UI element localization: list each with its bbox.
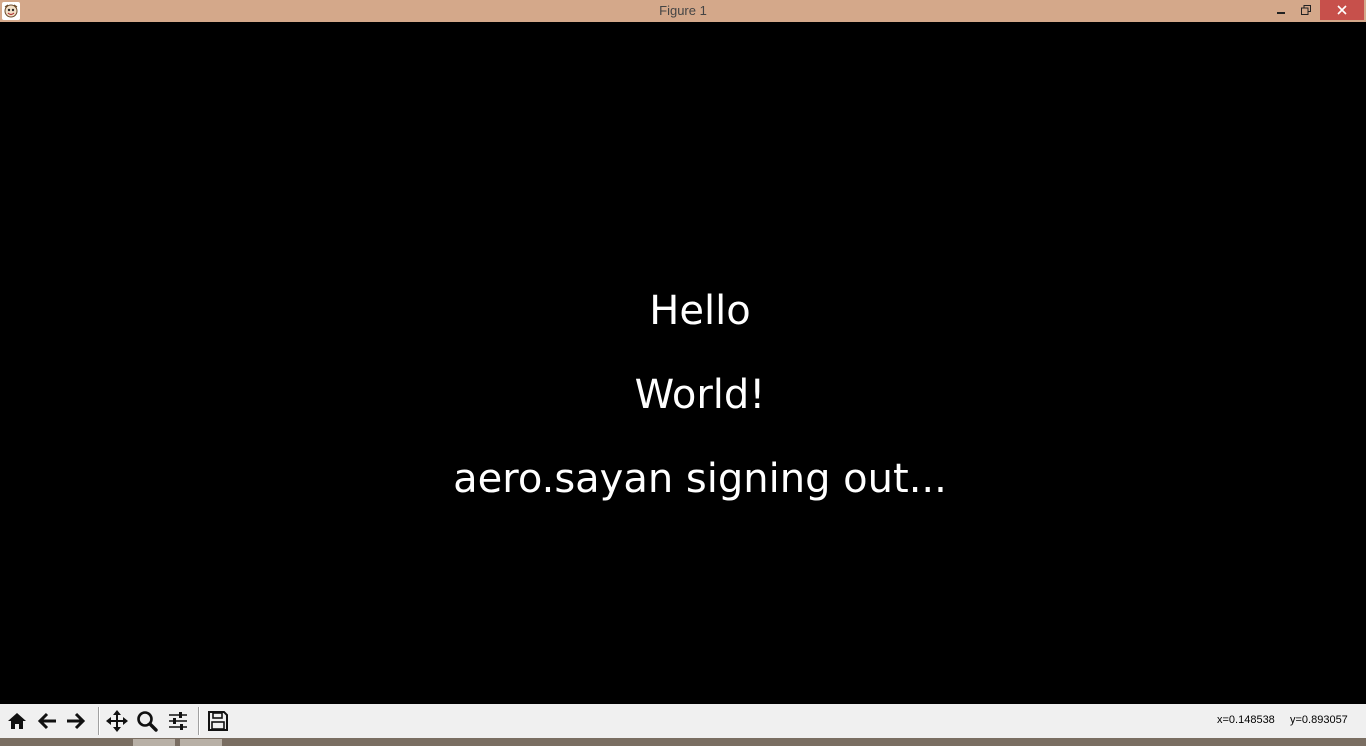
home-button[interactable]: [4, 708, 30, 734]
figure-text-line: aero.sayan signing out...: [453, 456, 947, 502]
forward-button[interactable]: [63, 708, 89, 734]
taskbar-strip: [0, 738, 1366, 746]
zoom-button[interactable]: [134, 708, 160, 734]
toolbar-separator: [198, 707, 200, 735]
taskbar-item[interactable]: [133, 739, 175, 746]
restore-button[interactable]: [1294, 0, 1318, 20]
figure-canvas[interactable]: Hello World! aero.sayan signing out...: [0, 22, 1366, 704]
magnifier-icon: [137, 711, 158, 732]
close-button[interactable]: [1320, 0, 1364, 20]
sliders-icon: [169, 712, 187, 730]
figure-window: Figure 1 Hello World! aero.sayan signing…: [0, 0, 1366, 746]
y-coordinate-readout: y=0.893057: [1290, 714, 1348, 726]
configure-subplots-button[interactable]: [165, 708, 191, 734]
move-icon: [106, 710, 128, 732]
toolbar-separator: [98, 707, 100, 735]
floppy-disk-icon: [208, 711, 228, 731]
save-button[interactable]: [205, 708, 231, 734]
home-icon: [8, 713, 26, 729]
back-button[interactable]: [34, 708, 60, 734]
title-bar[interactable]: Figure 1: [0, 0, 1366, 22]
arrow-left-icon: [37, 712, 56, 730]
taskbar-item[interactable]: [180, 739, 222, 746]
figure-text-line: World!: [634, 372, 766, 418]
restore-icon: [1301, 5, 1311, 15]
arrow-right-icon: [67, 712, 86, 730]
pan-button[interactable]: [104, 708, 130, 734]
window-title: Figure 1: [659, 3, 707, 18]
figure-text-line: Hello: [649, 288, 751, 334]
navigation-toolbar: x=0.148538 y=0.893057: [0, 704, 1366, 738]
close-icon: [1337, 5, 1347, 15]
minimize-button[interactable]: [1268, 0, 1294, 20]
x-coordinate-readout: x=0.148538: [1217, 714, 1275, 726]
minimize-icon: [1277, 12, 1285, 14]
